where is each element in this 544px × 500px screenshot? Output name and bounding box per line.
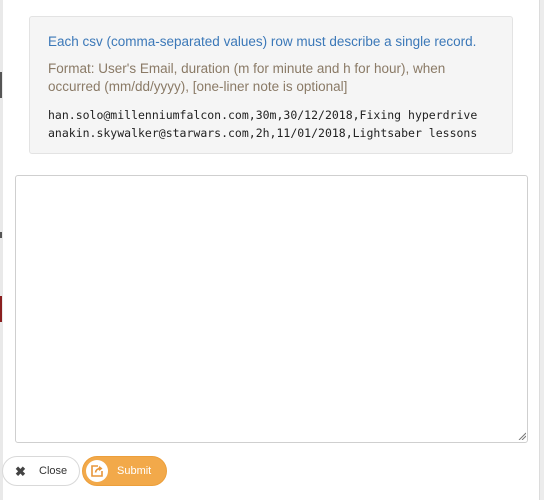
resize-grip-icon[interactable] xyxy=(518,432,526,440)
csv-example-line: han.solo@millenniumfalcon.com,30m,30/12/… xyxy=(48,108,478,122)
close-x-icon: ✖ xyxy=(15,463,26,479)
background-edge-mark xyxy=(0,72,2,98)
csv-description-text: Each csv (comma-separated values) row mu… xyxy=(48,34,477,49)
background-edge-mark xyxy=(0,296,2,322)
share-arrow-icon xyxy=(86,460,108,482)
csv-examples: han.solo@millenniumfalcon.com,30m,30/12/… xyxy=(48,106,494,142)
close-button[interactable]: ✖ Close xyxy=(2,456,80,486)
background-edge-mark xyxy=(0,232,2,238)
csv-instructions-panel: Each csv (comma-separated values) row mu… xyxy=(29,16,513,154)
csv-example-line: anakin.skywalker@starwars.com,2h,11/01/2… xyxy=(48,126,478,140)
submit-button-label: Submit xyxy=(117,465,152,477)
csv-input-textarea[interactable] xyxy=(15,175,528,443)
submit-button[interactable]: Submit xyxy=(82,456,167,486)
csv-format-text: Format: User's Email, duration (m for mi… xyxy=(48,61,446,94)
close-button-label: Close xyxy=(39,465,68,477)
screen: Each csv (comma-separated values) row mu… xyxy=(0,0,544,500)
import-csv-dialog: Each csv (comma-separated values) row mu… xyxy=(2,0,539,500)
dialog-scroll-edge xyxy=(539,0,544,500)
